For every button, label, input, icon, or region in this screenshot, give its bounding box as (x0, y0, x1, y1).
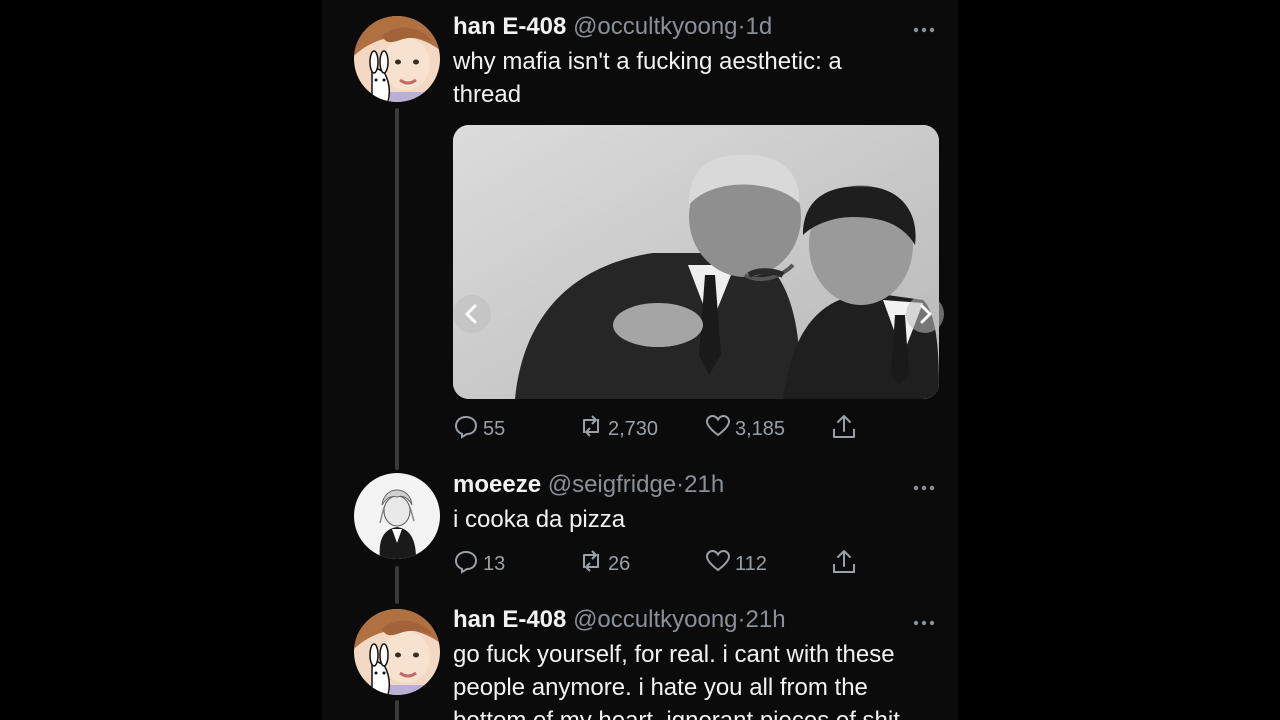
reply-icon (453, 413, 479, 445)
avatar[interactable] (354, 473, 440, 559)
share-icon[interactable] (830, 548, 858, 576)
tweet-photo[interactable] (453, 125, 939, 399)
timeline-screen: han E-408 @occultkyoong·1d why mafia isn… (322, 0, 958, 720)
user-handle[interactable]: @occultkyoong (573, 13, 737, 40)
user-handle[interactable]: @occultkyoong (573, 606, 737, 633)
thread-line (395, 108, 399, 470)
like-button[interactable]: 3,185 (705, 413, 785, 445)
retweet-count: 2,730 (608, 417, 659, 440)
retweet-icon (578, 413, 604, 445)
tweet-header: moeeze @seigfridge·21h (453, 470, 724, 500)
display-name[interactable]: moeeze (453, 471, 541, 498)
timestamp[interactable]: 1d (746, 13, 773, 40)
thread-line (395, 566, 399, 604)
tweet-header: han E-408 @occultkyoong·21h (453, 605, 786, 635)
retweet-button[interactable]: 2,730 (578, 413, 658, 445)
thread-line (395, 700, 399, 720)
separator: · (676, 471, 685, 498)
more-icon[interactable] (912, 480, 936, 491)
user-handle[interactable]: @seigfridge (548, 471, 676, 498)
reply-button[interactable]: 13 (453, 548, 505, 580)
reply-button[interactable]: 55 (453, 413, 505, 445)
reply-icon (453, 548, 479, 580)
reply-count: 13 (483, 552, 506, 575)
retweet-button[interactable]: 26 (578, 548, 630, 580)
more-icon[interactable] (912, 615, 936, 626)
tweet-text: why mafia isn't a fucking aesthetic: a t… (453, 48, 842, 108)
carousel-prev-button[interactable] (453, 295, 491, 333)
retweet-icon (578, 548, 604, 580)
display-name[interactable]: han E-408 (453, 606, 566, 633)
reply-count: 55 (483, 417, 506, 440)
separator: · (737, 13, 746, 40)
share-icon[interactable] (830, 413, 858, 441)
display-name[interactable]: han E-408 (453, 13, 566, 40)
avatar[interactable] (354, 609, 440, 695)
carousel-next-button[interactable] (906, 295, 944, 333)
heart-icon (705, 413, 731, 445)
like-button[interactable]: 112 (705, 548, 767, 580)
separator: · (737, 606, 746, 633)
avatar[interactable] (354, 16, 440, 102)
more-icon[interactable] (912, 22, 936, 33)
timestamp[interactable]: 21h (684, 471, 724, 498)
like-count: 3,185 (735, 417, 786, 440)
tweet-text: i cooka da pizza (453, 506, 626, 533)
like-count: 112 (735, 552, 767, 575)
heart-icon (705, 548, 731, 580)
tweet-text: go fuck yourself, for real. i cant with … (453, 641, 900, 720)
tweet-header: han E-408 @occultkyoong·1d (453, 12, 772, 42)
timestamp[interactable]: 21h (746, 606, 786, 633)
retweet-count: 26 (608, 552, 631, 575)
